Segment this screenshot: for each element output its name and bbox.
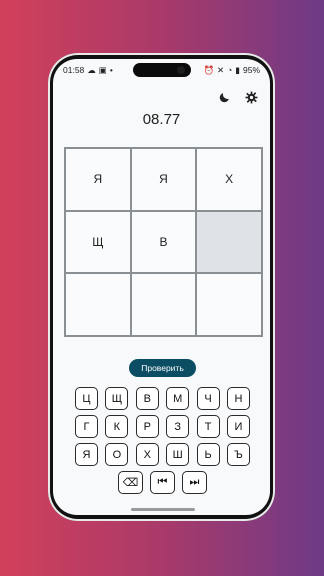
signal-icon: ▮ [235, 64, 240, 75]
grid-cell[interactable] [65, 273, 131, 336]
camera-cutout [133, 63, 191, 77]
timer: 08.77 [142, 111, 181, 128]
key[interactable]: З [166, 415, 190, 438]
cloud-icon: ☁ [87, 64, 96, 75]
moon-icon[interactable] [217, 90, 231, 104]
key[interactable]: Я [75, 443, 98, 466]
letter-keyboard: Ц Щ В М Ч Н Г К Р З Т И Я О Х Ш Ь Ъ ⌫ ⏮ … [75, 387, 250, 494]
backspace-icon[interactable]: ⌫ [118, 471, 143, 494]
key[interactable]: Ъ [226, 443, 250, 466]
key[interactable]: И [226, 415, 250, 438]
key[interactable]: Ь [196, 443, 220, 466]
key[interactable]: Ц [75, 387, 98, 410]
key[interactable]: Т [196, 415, 220, 438]
grid-cell-active[interactable] [196, 210, 262, 274]
key[interactable]: М [166, 387, 190, 410]
key[interactable]: Ч [196, 387, 220, 410]
key[interactable]: Щ [105, 387, 129, 410]
key[interactable]: О [105, 443, 129, 466]
check-button[interactable]: Проверить [129, 359, 196, 377]
grid-cell[interactable]: В [130, 210, 197, 274]
home-indicator [131, 508, 195, 511]
grid-cell[interactable] [196, 273, 262, 336]
grid-cell[interactable]: Я [65, 148, 131, 211]
key[interactable]: К [105, 415, 129, 438]
key[interactable]: В [135, 387, 159, 410]
wifi-icon: ◔ [227, 65, 233, 75]
key[interactable]: Г [75, 415, 98, 438]
image-icon: ▣ [98, 64, 107, 75]
key[interactable]: Н [226, 387, 250, 410]
gear-icon[interactable] [244, 90, 258, 104]
app-screen: 01:58 ☁ ▣ • ⏰ ✕ ◔ ▮ 95% 08.77 Я Я Х Щ В … [53, 59, 270, 515]
key[interactable]: Ш [166, 443, 190, 466]
grid-cell[interactable]: Х [196, 148, 262, 211]
game-grid: Я Я Х Щ В [64, 147, 263, 337]
grid-cell[interactable]: Щ [65, 210, 131, 274]
grid-cell[interactable] [130, 273, 197, 336]
skip-back-icon[interactable]: ⏮ [150, 471, 175, 494]
mute-icon: ✕ [217, 64, 225, 75]
status-time: 01:58 [63, 65, 85, 75]
key[interactable]: Х [135, 443, 159, 466]
key[interactable]: Р [135, 415, 159, 438]
skip-forward-icon[interactable]: ⏭ [182, 471, 207, 494]
battery-level: 95% [242, 65, 260, 75]
alarm-icon: ⏰ [203, 64, 215, 75]
notification-icon: • [109, 65, 113, 75]
grid-cell[interactable]: Я [130, 148, 197, 211]
